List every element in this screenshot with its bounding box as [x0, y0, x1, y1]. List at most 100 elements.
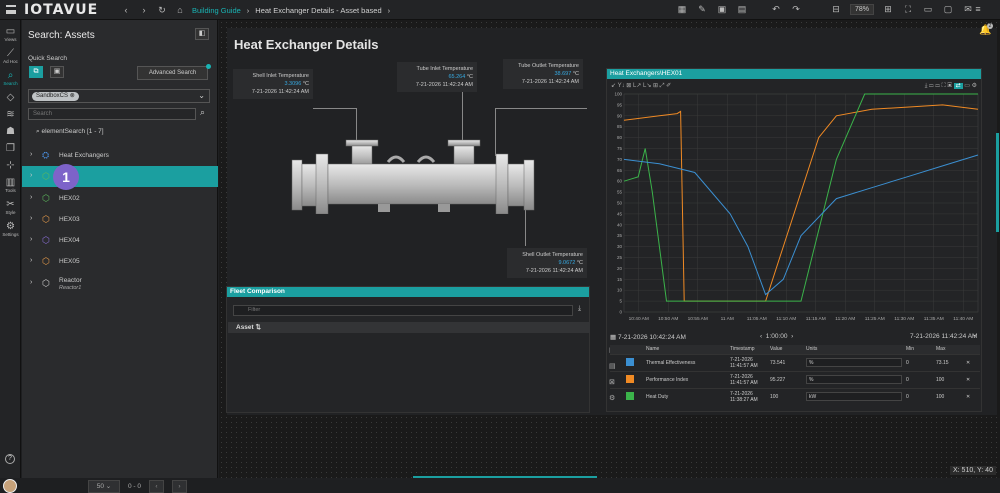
- nav-views[interactable]: ▭ Views: [0, 26, 21, 42]
- quick-search-assets-button[interactable]: ⧉: [29, 66, 43, 78]
- chevron-right-icon[interactable]: ›: [30, 151, 32, 158]
- panel-title: Search: Assets: [28, 30, 95, 41]
- nav-tag[interactable]: ◇: [0, 92, 21, 103]
- readout-shell-outlet: Shell Outlet Temperature 9.0672 °C 7-21-…: [507, 248, 587, 278]
- series-swatch[interactable]: [626, 374, 634, 383]
- home-icon[interactable]: ⌂: [174, 5, 186, 16]
- search-input[interactable]: Search: [28, 108, 196, 120]
- nav-adhoc[interactable]: ⟋ Ad Hoc: [0, 48, 21, 64]
- table-header[interactable]: Timestamp: [728, 345, 768, 354]
- remove-row-icon[interactable]: ✕: [964, 370, 980, 388]
- chevron-right-icon[interactable]: ›: [30, 215, 32, 222]
- next-page-button[interactable]: ›: [172, 480, 188, 493]
- x-tick-label: 10:40 AM: [629, 316, 649, 322]
- chevron-right-icon[interactable]: ›: [30, 257, 32, 264]
- units-input[interactable]: %: [806, 358, 902, 367]
- table-header[interactable]: Min: [904, 345, 934, 354]
- page-title: Heat Exchanger Details: [234, 37, 379, 52]
- table-row[interactable]: Heat Duty 7-21-2026 11:38:27 AM 100 kW 0…: [610, 387, 980, 405]
- tree-item-hex03[interactable]: › ⬡ HEX03: [22, 209, 218, 230]
- avatar[interactable]: [3, 479, 17, 493]
- more-menu-icon[interactable]: ≡: [972, 4, 984, 15]
- chevron-right-icon[interactable]: ›: [30, 279, 32, 286]
- menu-icon[interactable]: [6, 5, 16, 14]
- search-icon[interactable]: ⌕: [200, 107, 205, 118]
- trend-chart[interactable]: 0 5 10 15 20 25 30 35 40 45 50 55 60 65 70 75 80 85 90 95 10…: [610, 90, 982, 328]
- y-tick-label: 25: [617, 255, 623, 260]
- hierarchy-icon: ⛭: [42, 150, 50, 160]
- table-header[interactable]: Units: [804, 345, 904, 354]
- zoom-in-icon[interactable]: ⊞: [882, 4, 894, 15]
- table-header[interactable]: Max: [934, 345, 964, 354]
- chevron-right-icon[interactable]: ›: [30, 236, 32, 243]
- trend-toolbar[interactable]: ↙ Y↓ ⊠ L↗ L↘ ⊞ ⤢ ✐: [611, 82, 671, 90]
- nav-copy[interactable]: ❐: [0, 143, 21, 154]
- series-swatch[interactable]: [626, 391, 634, 400]
- edit-icon[interactable]: ▣: [716, 4, 728, 15]
- save-icon[interactable]: ▤: [736, 4, 748, 15]
- sort-icon[interactable]: ⇅: [256, 324, 261, 331]
- table-cell-min: 0: [904, 387, 934, 405]
- nav-layers[interactable]: ≋: [0, 109, 21, 120]
- forward-icon[interactable]: ›: [138, 5, 150, 16]
- table-header[interactable]: Name: [644, 345, 728, 354]
- layout-icon[interactable]: ▭: [922, 4, 934, 15]
- tree-item-heat-exchangers[interactable]: › ⛭ Heat Exchangers: [22, 145, 218, 166]
- trend-toolbar-right[interactable]: ⤓ ▭ ▭ ⛶ ▣ ⇄ ▭ ⚙: [925, 82, 977, 90]
- breadcrumb-item-building-guide[interactable]: Building Guide: [192, 6, 241, 15]
- tree-item-reactor[interactable]: › ⬡ Reactor Reactor1: [22, 273, 218, 294]
- scrollbar[interactable]: [996, 133, 999, 232]
- zoom-out-icon[interactable]: ⊟: [830, 4, 842, 15]
- quick-search-tags-button[interactable]: ▣: [50, 66, 64, 78]
- element-search-result[interactable]: ⌕ elementSearch [1 - 7]: [36, 128, 104, 136]
- nav-search[interactable]: ⌕ Search: [0, 70, 21, 86]
- refresh-icon[interactable]: ↻: [156, 5, 168, 16]
- trend-end-time[interactable]: 7-21-2026 11:42:24 AM: [910, 333, 977, 340]
- clock-icon[interactable]: ◔: [972, 333, 976, 340]
- help-icon[interactable]: ?: [5, 454, 15, 464]
- page-size-select[interactable]: 50 ⌄: [88, 480, 120, 493]
- units-input[interactable]: %: [806, 375, 902, 384]
- nav-settings[interactable]: ⚙ Settings: [0, 221, 21, 237]
- remove-row-icon[interactable]: ✕: [964, 353, 980, 371]
- fleet-column-asset[interactable]: Asset ⇅: [228, 322, 590, 333]
- table-row[interactable]: Performance Index 7-21-2026 11:41:57 AM …: [610, 370, 980, 388]
- database-select[interactable]: SandboxCS ⊗ ⌄: [28, 89, 210, 103]
- readout-label: Tube Outlet Temperature: [518, 63, 579, 69]
- nav-tools[interactable]: ▥ Tools: [0, 177, 21, 193]
- present-icon[interactable]: ▢: [942, 4, 954, 15]
- calendar-icon[interactable]: ▦: [610, 334, 616, 341]
- back-icon[interactable]: ‹: [120, 5, 132, 16]
- fleet-filter-input[interactable]: Filter: [233, 305, 573, 316]
- database-chip[interactable]: SandboxCS ⊗: [32, 92, 79, 101]
- prev-page-button[interactable]: ‹: [149, 480, 165, 493]
- undo-icon[interactable]: ↶: [770, 4, 782, 15]
- nav-style[interactable]: ✂ Style: [0, 199, 21, 215]
- nav-hierarchy[interactable]: ⊹: [0, 160, 21, 171]
- fit-icon[interactable]: ⛶: [902, 4, 914, 15]
- tree-item-hex04[interactable]: › ⬡ HEX04: [22, 230, 218, 251]
- table-header[interactable]: Value: [768, 345, 804, 354]
- units-input[interactable]: kW: [806, 392, 902, 402]
- download-icon[interactable]: ⤓: [578, 305, 581, 313]
- redo-icon[interactable]: ↷: [790, 4, 802, 15]
- calendar-icon[interactable]: ▦: [676, 4, 688, 15]
- table-row[interactable]: Thermal Effectiveness 7-21-2026 11:41:57…: [610, 353, 980, 371]
- series-swatch[interactable]: [626, 357, 634, 366]
- tools-icon[interactable]: ✎: [696, 4, 708, 15]
- tree-item-hex01[interactable]: › ⬡: [22, 166, 218, 187]
- remove-row-icon[interactable]: ✕: [964, 387, 980, 405]
- chevron-right-icon[interactable]: ›: [30, 194, 32, 201]
- zoom-level[interactable]: 78%: [850, 4, 874, 15]
- y-tick-label: 95: [617, 102, 623, 107]
- advanced-search-button[interactable]: Advanced Search: [137, 66, 208, 80]
- y-tick-label: 50: [617, 201, 623, 206]
- y-tick-label: 45: [617, 211, 623, 216]
- chevron-right-icon[interactable]: ›: [30, 172, 32, 179]
- collapse-panel-icon[interactable]: ◧: [195, 28, 209, 40]
- trend-span[interactable]: ‹ 1:00:00 ›: [760, 333, 793, 340]
- tree-item-hex02[interactable]: › ⬡ HEX02: [22, 188, 218, 209]
- tree-item-hex05[interactable]: › ⬡ HEX05: [22, 251, 218, 272]
- trend-start-time[interactable]: 7-21-2026 10:42:24 AM: [618, 334, 686, 341]
- nav-groups[interactable]: ☗: [0, 126, 21, 137]
